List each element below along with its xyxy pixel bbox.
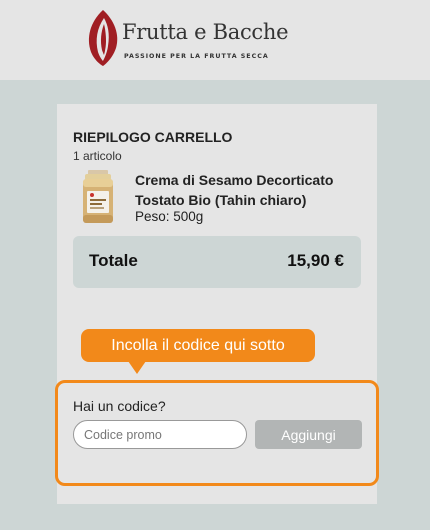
total-value: 15,90 € [287,251,344,270]
brand-tagline: PASSIONE PER LA FRUTTA SECCA [124,53,269,60]
tahini-jar-image-icon [83,170,113,223]
promo-code-input[interactable] [73,420,247,449]
total-box: Totale 15,90 € [73,236,361,288]
almond-leaf-logo-icon [88,10,118,66]
brand-name: Frutta e Bacche [122,20,289,44]
promo-code-box: Hai un codice? Aggiungi [55,380,379,486]
product-name[interactable]: Crema di Sesamo Decorticato Tostato Bio … [135,170,365,210]
callout-pointer [128,361,146,374]
cart-item-count: 1 articolo [73,149,122,163]
promo-question: Hai un codice? [73,398,166,414]
add-promo-button[interactable]: Aggiungi [255,420,362,449]
paste-code-callout: Incolla il codice qui sotto [81,329,315,362]
product-weight: Peso: 500g [135,209,204,224]
total-label: Totale [89,251,138,270]
site-header: Frutta e Bacche PASSIONE PER LA FRUTTA S… [0,0,430,80]
brand-logo[interactable]: Frutta e Bacche PASSIONE PER LA FRUTTA S… [86,8,289,70]
cart-summary-title: RIEPILOGO CARRELLO [73,129,233,145]
